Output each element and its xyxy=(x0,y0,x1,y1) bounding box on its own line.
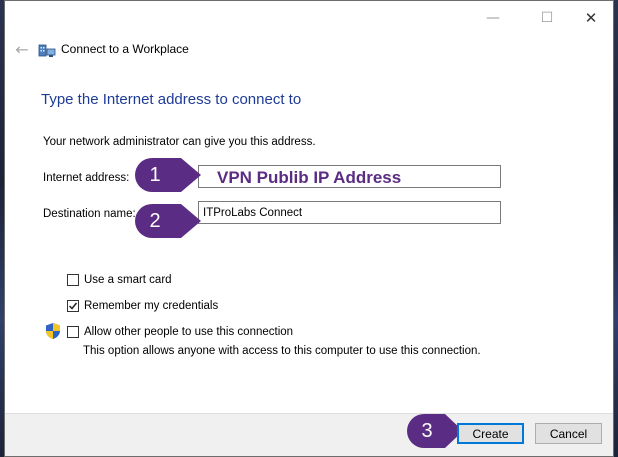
callout-1-number: 1 xyxy=(149,164,161,186)
internet-address-label: Internet address: xyxy=(43,172,130,184)
wizard-title: Connect to a Workplace xyxy=(61,42,189,56)
callout-2: 2 xyxy=(133,202,203,240)
callout-3: 3 xyxy=(405,412,465,450)
smart-card-checkbox[interactable] xyxy=(67,274,79,286)
connect-workplace-dialog: — ☐ ✕ ← Connect to a Workplace Type the … xyxy=(4,0,614,457)
allow-others-option[interactable]: Allow other people to use this connectio… xyxy=(67,324,293,340)
dialog-footer: 3 Create Cancel xyxy=(5,413,613,456)
wizard-nav-bar: ← Connect to a Workplace xyxy=(5,35,613,65)
allow-others-checkbox[interactable] xyxy=(67,326,79,338)
maximize-button[interactable]: ☐ xyxy=(524,1,570,35)
back-arrow-icon[interactable]: ← xyxy=(11,39,33,61)
allow-others-label: Allow other people to use this connectio… xyxy=(84,326,294,338)
callout-3-number: 3 xyxy=(421,420,433,442)
desktop-background-right xyxy=(614,0,618,457)
cancel-button[interactable]: Cancel xyxy=(535,423,602,444)
create-button[interactable]: Create xyxy=(457,423,524,444)
allow-others-note: This option allows anyone with access to… xyxy=(83,345,481,357)
minimize-button[interactable]: — xyxy=(470,1,516,35)
internet-address-input[interactable] xyxy=(198,165,501,188)
close-button[interactable]: ✕ xyxy=(568,1,614,35)
callout-1: 1 xyxy=(133,156,203,194)
info-text: Your network administrator can give you … xyxy=(43,136,316,148)
smart-card-label: Use a smart card xyxy=(84,274,172,286)
destination-name-input[interactable] xyxy=(198,201,501,224)
uac-shield-icon xyxy=(46,323,60,339)
remember-credentials-checkbox[interactable] xyxy=(67,300,79,312)
wizard-content: Type the Internet address to connect to … xyxy=(5,65,613,415)
remember-credentials-label: Remember my credentials xyxy=(84,300,219,312)
destination-name-label: Destination name: xyxy=(43,208,136,220)
remember-credentials-option[interactable]: Remember my credentials xyxy=(67,298,218,314)
callout-2-number: 2 xyxy=(149,210,161,232)
checkmark-icon xyxy=(68,302,78,310)
smart-card-option[interactable]: Use a smart card xyxy=(67,272,172,288)
page-heading: Type the Internet address to connect to xyxy=(41,91,302,108)
network-workplace-icon xyxy=(38,44,56,57)
title-bar: — ☐ ✕ xyxy=(5,1,613,35)
